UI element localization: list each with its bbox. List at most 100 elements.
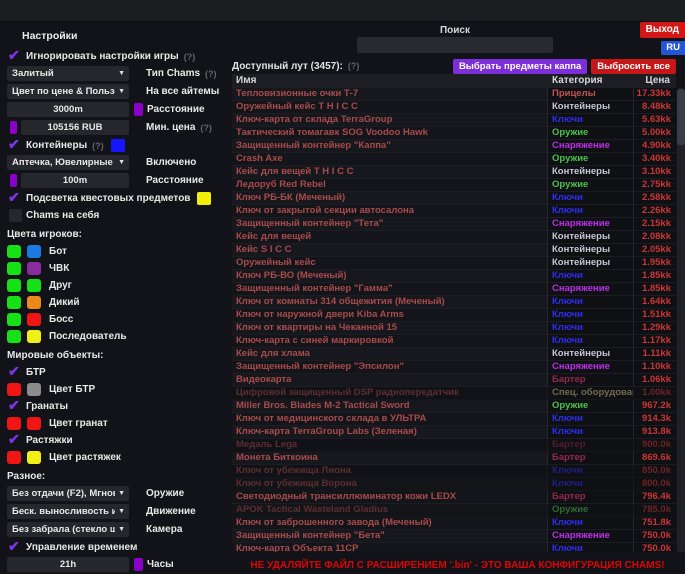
table-row[interactable]: Ключ от закрытой секции автосалонаКлючи2… xyxy=(232,205,676,218)
table-row[interactable]: Медаль LegaБартер900.0k xyxy=(232,439,676,452)
table-row[interactable]: Ключ от квартиры на Чеканной 15Ключи1.29… xyxy=(232,322,676,335)
drop-all-button[interactable]: Выбросить все xyxy=(591,59,676,74)
table-row[interactable]: Ключ от комнаты 314 общежития (Меченый)К… xyxy=(232,296,676,309)
weapon-dropdown[interactable]: Без отдачи (F2), Мгновенное п ▼ xyxy=(7,486,129,501)
containers-checkbox[interactable]: ✔ xyxy=(9,139,22,152)
min-price-color-swatch[interactable] xyxy=(10,121,17,134)
table-row[interactable]: Ключ-карта Объекта 11СРКлючи750.0k xyxy=(232,543,676,552)
table-row[interactable]: Ключ-карта с синей маркировкойКлючи1.17k… xyxy=(232,335,676,348)
camera-dropdown[interactable]: Без забрала (стекло шлема) ▼ xyxy=(7,522,129,537)
table-row[interactable]: Защищенный контейнер "Бета"Снаряжение750… xyxy=(232,530,676,543)
table-row[interactable]: Тепловизионные очки Т-7Прицелы17.33kk xyxy=(232,88,676,101)
table-row[interactable]: Ключ-карта TerraGroup Labs (Зеленая)Ключ… xyxy=(232,426,676,439)
column-header-name[interactable]: Имя xyxy=(232,74,548,88)
player-color-swatch-primary[interactable] xyxy=(7,313,21,326)
table-row[interactable]: Ледоруб Red RebelОружие2.75kk xyxy=(232,179,676,192)
item-price: 900.0k xyxy=(634,439,676,451)
table-row[interactable]: Ключ от медицинского склада в УЛЬТРАКлюч… xyxy=(232,413,676,426)
player-color-swatch-secondary[interactable] xyxy=(27,279,41,292)
table-row[interactable]: Оружейный кейсКонтейнеры1.95kk xyxy=(232,257,676,270)
player-color-swatch-primary[interactable] xyxy=(7,245,21,258)
time-control-checkbox[interactable]: ✔ xyxy=(9,541,22,554)
color-mode-label: На все айтемы xyxy=(146,86,219,97)
item-price: 1.06kk xyxy=(634,374,676,386)
player-color-swatch-primary[interactable] xyxy=(7,296,21,309)
item-category: Оружие xyxy=(548,179,634,191)
help-icon[interactable]: (?) xyxy=(200,123,212,133)
table-row[interactable]: Защищенный контейнер "Гамма"Снаряжение1.… xyxy=(232,283,676,296)
world-color-swatch-secondary[interactable] xyxy=(27,451,41,464)
language-button[interactable]: RU xyxy=(661,41,685,55)
world-color-swatch-primary[interactable] xyxy=(7,451,21,464)
table-row[interactable]: Ключ от убежища ЛионаКлючи850.0k xyxy=(232,465,676,478)
table-row[interactable]: Crash AxeОружие3.40kk xyxy=(232,153,676,166)
distance-color-swatch[interactable] xyxy=(134,103,143,116)
hours-input[interactable]: 21h xyxy=(7,557,129,572)
world-object-checkbox[interactable]: ✔ xyxy=(9,366,22,379)
table-row[interactable]: Ключ-карта от склада TerraGroupКлючи5.63… xyxy=(232,114,676,127)
table-row[interactable]: Защищенный контейнер "Тета"Снаряжение2.1… xyxy=(232,218,676,231)
table-row[interactable]: Кейс для вещей T H I C CКонтейнеры3.10kk xyxy=(232,166,676,179)
loot-scrollbar[interactable] xyxy=(677,88,685,552)
select-kappa-items-button[interactable]: Выбрать предметы каппа xyxy=(453,59,587,74)
scrollbar-thumb[interactable] xyxy=(677,89,685,145)
column-header-price[interactable]: Цена xyxy=(634,74,676,88)
exit-button[interactable]: Выход xyxy=(640,22,685,38)
help-icon[interactable]: (?) xyxy=(92,141,104,151)
table-row[interactable]: Ключ РБ-ВО (Меченый)Ключи1.85kk xyxy=(232,270,676,283)
world-color-swatch-primary[interactable] xyxy=(7,417,21,430)
item-price: 800.0k xyxy=(634,478,676,490)
table-row[interactable]: ВидеокартаБартер1.06kk xyxy=(232,374,676,387)
chams-self-checkbox[interactable] xyxy=(9,209,22,222)
hours-color-swatch[interactable] xyxy=(134,558,143,571)
column-header-category[interactable]: Категория xyxy=(548,74,634,88)
distance-input[interactable]: 3000m xyxy=(7,102,129,117)
quest-highlight-checkbox[interactable]: ✔ xyxy=(9,192,22,205)
table-row[interactable]: Светодиодный трансиллюминатор кожи LEDXБ… xyxy=(232,491,676,504)
table-row[interactable]: Кейс для хламаКонтейнеры1.11kk xyxy=(232,348,676,361)
world-object-checkbox[interactable]: ✔ xyxy=(9,400,22,413)
help-icon[interactable]: (?) xyxy=(205,69,217,79)
world-color-swatch-primary[interactable] xyxy=(7,383,21,396)
color-mode-dropdown[interactable]: Цвет по цене & Пользователь ▼ xyxy=(7,84,129,99)
distance2-color-swatch[interactable] xyxy=(10,174,17,187)
table-row[interactable]: Ключ от наружной двери Kiba ArmsКлючи1.5… xyxy=(232,309,676,322)
player-color-swatch-primary[interactable] xyxy=(7,330,21,343)
world-object-checkbox[interactable]: ✔ xyxy=(9,434,22,447)
player-color-swatch-secondary[interactable] xyxy=(27,262,41,275)
world-color-swatch-secondary[interactable] xyxy=(27,383,41,396)
item-name: Ключ от убежища Ворона xyxy=(232,478,548,490)
distance2-input[interactable]: 100m xyxy=(21,173,129,188)
table-row[interactable]: Кейс S I C CКонтейнеры2.05kk xyxy=(232,244,676,257)
help-icon[interactable]: (?) xyxy=(348,61,360,71)
item-price: 914.3k xyxy=(634,413,676,425)
table-row[interactable]: Ключ РБ-БК (Меченый)Ключи2.58kk xyxy=(232,192,676,205)
help-icon[interactable]: (?) xyxy=(184,52,196,62)
table-row[interactable]: Оружейный кейс T H I C CКонтейнеры8.48kk xyxy=(232,101,676,114)
player-color-swatch-secondary[interactable] xyxy=(27,330,41,343)
table-row[interactable]: Кейс для вещейКонтейнеры2.08kk xyxy=(232,231,676,244)
player-color-swatch-secondary[interactable] xyxy=(27,296,41,309)
player-color-swatch-secondary[interactable] xyxy=(27,245,41,258)
containers-color-swatch[interactable] xyxy=(111,139,125,152)
table-row[interactable]: Цифровой защищенный DSP радиопередатчикС… xyxy=(232,387,676,400)
world-color-swatch-secondary[interactable] xyxy=(27,417,41,430)
movement-dropdown[interactable]: Беск. выносливость и нет уста ▼ xyxy=(7,504,129,519)
search-input[interactable] xyxy=(357,37,553,53)
player-color-swatch-primary[interactable] xyxy=(7,262,21,275)
table-row[interactable]: APOK Tactical Wasteland GladiusОружие785… xyxy=(232,504,676,517)
table-row[interactable]: Ключ от убежища ВоронаКлючи800.0k xyxy=(232,478,676,491)
table-row[interactable]: Тактический томагавк SOG Voodoo HawkОруж… xyxy=(232,127,676,140)
table-row[interactable]: Защищенный контейнер "Каппа"Снаряжение4.… xyxy=(232,140,676,153)
table-row[interactable]: Монета БиткоинаБартер869.6k xyxy=(232,452,676,465)
table-row[interactable]: Защищенный контейнер "Эпсилон"Снаряжение… xyxy=(232,361,676,374)
ignore-game-settings-checkbox[interactable]: ✔ xyxy=(9,50,22,63)
category-filter-dropdown[interactable]: Аптечка, Ювелирные и... ▼ xyxy=(7,155,129,170)
table-row[interactable]: Miller Bros. Blades M-2 Tactical SwordОр… xyxy=(232,400,676,413)
player-color-swatch-primary[interactable] xyxy=(7,279,21,292)
quest-highlight-color-swatch[interactable] xyxy=(197,192,211,205)
min-price-input[interactable]: 105156 RUB xyxy=(21,120,129,135)
table-row[interactable]: Ключ от заброшенного завода (Меченый)Клю… xyxy=(232,517,676,530)
player-color-swatch-secondary[interactable] xyxy=(27,313,41,326)
chams-type-dropdown[interactable]: Залитый ▼ xyxy=(7,66,129,81)
